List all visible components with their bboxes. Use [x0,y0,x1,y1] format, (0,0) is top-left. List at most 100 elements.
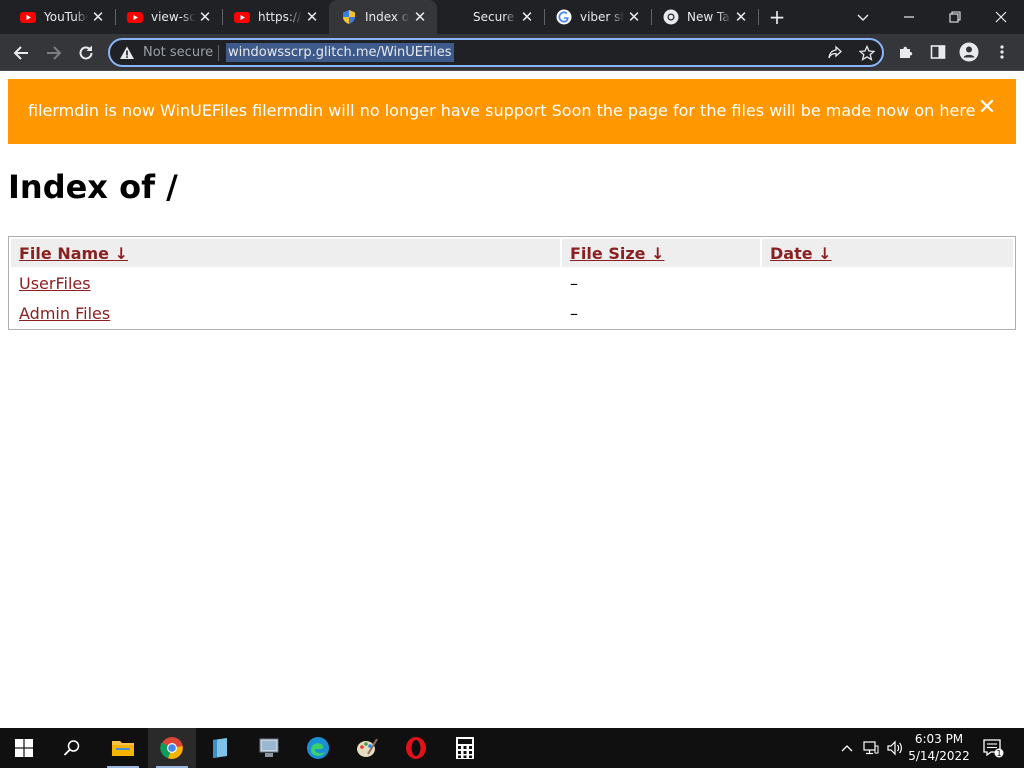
tab-secure[interactable]: Secure ✕ [437,0,544,34]
windows-taskbar: 6:03 PM 5/14/2022 1 [0,728,1024,768]
taskbar-edge[interactable] [294,728,342,768]
column-header-file-size[interactable]: File Size ↓ [562,239,760,267]
close-icon[interactable]: ✕ [196,8,214,26]
column-header-file-name[interactable]: File Name ↓ [11,239,560,267]
network-tray[interactable] [860,728,882,768]
blank-favicon [449,9,465,25]
sort-arrow-icon: ↓ [114,243,129,263]
taskbar-calculator[interactable] [441,728,489,768]
kebab-menu-icon[interactable] [992,42,1012,62]
folder-link-admin-files[interactable]: Admin Files [19,304,110,323]
url-text[interactable]: windowsscrp.glitch.me/WinUEFiles [226,43,454,62]
taskbar-notepad[interactable] [196,728,244,768]
bookmark-star-icon[interactable] [858,44,876,62]
side-panel-icon[interactable] [928,42,948,62]
google-icon [556,9,572,25]
chrome-icon [160,737,183,759]
new-tab-button[interactable]: + [766,6,788,28]
date-cell [762,299,1013,327]
taskbar-chrome[interactable] [148,728,196,768]
chevron-up-icon [841,745,853,752]
extensions-puzzle-icon[interactable] [896,42,916,62]
notepad-icon [213,738,227,758]
close-icon[interactable]: ✕ [732,8,750,26]
paint-palette-icon [357,738,378,757]
tab-search-button[interactable] [840,0,886,34]
forward-button[interactable] [42,41,66,65]
banner-close-icon[interactable]: ✕ [976,97,998,119]
table-row: UserFiles – [11,269,1013,297]
volume-tray[interactable] [884,728,906,768]
taskbar-opera[interactable] [392,728,440,768]
column-label: File Size [570,243,646,263]
notification-count-badge: 1 [996,749,1002,758]
table-row: Admin Files – [11,299,1013,327]
tab-title: viber sti [580,10,624,24]
search-button[interactable] [48,728,96,768]
minimize-button[interactable] [886,0,932,34]
folder-link-userfiles[interactable]: UserFiles [19,274,91,293]
tab-youtube[interactable]: YouTube ✕ [8,0,115,34]
taskbar-file-explorer[interactable] [99,728,147,768]
speaker-icon [887,740,902,756]
divider [218,45,219,61]
sort-arrow-icon: ↓ [651,243,665,263]
tab-new-tab[interactable]: New Tab ✕ [651,0,758,34]
file-name-cell: UserFiles [11,269,560,297]
back-button[interactable] [9,41,33,65]
taskbar-paint[interactable] [343,728,391,768]
edge-icon [307,737,329,759]
restore-icon [949,11,961,23]
warning-icon[interactable] [119,45,135,61]
show-hidden-icons-button[interactable] [838,728,856,768]
arrow-left-icon [13,46,28,60]
reload-button[interactable] [74,41,98,65]
chevron-down-icon [857,14,869,21]
sort-file-name-link[interactable]: File Name ↓ [19,244,128,263]
restore-button[interactable] [932,0,978,34]
close-icon[interactable]: ✕ [518,8,536,26]
tab-index-of[interactable]: Index of ✕ [329,0,437,34]
clock-time: 6:03 PM [914,732,964,746]
page-viewport: filermdin is now WinUEFiles filermdin wi… [0,72,1024,728]
share-icon[interactable] [826,44,844,62]
taskbar-clock[interactable]: 6:03 PM 5/14/2022 [906,731,972,765]
column-label: Date [770,243,813,263]
close-icon[interactable]: ✕ [89,8,107,26]
file-listing-table: File Name ↓ File Size ↓ Date ↓ UserFiles… [8,236,1016,330]
column-header-date[interactable]: Date ↓ [762,239,1013,267]
tab-title: Index of [365,10,409,24]
calculator-icon [456,737,474,759]
start-button[interactable] [0,728,48,768]
notice-banner: filermdin is now WinUEFiles filermdin wi… [8,79,1016,144]
close-icon[interactable]: ✕ [303,8,321,26]
action-center-button[interactable]: 1 [980,728,1006,768]
opera-icon [406,737,426,759]
file-size-cell: – [570,303,578,323]
tab-title: YouTube [44,10,88,24]
tab-view-source[interactable]: view-source ✕ [115,0,222,34]
arrow-right-icon [47,46,62,60]
close-icon [995,11,1007,23]
close-icon[interactable]: ✕ [411,8,429,26]
reload-icon [79,45,93,60]
window-close-button[interactable] [978,0,1024,34]
browser-toolbar: Not secure windowsscrp.glitch.me/WinUEFi… [0,34,1024,71]
sort-date-link[interactable]: Date ↓ [770,244,832,263]
file-size-cell: – [570,273,578,293]
address-bar[interactable]: Not secure windowsscrp.glitch.me/WinUEFi… [108,38,884,67]
column-label: File Name [19,243,110,263]
banner-message: filermdin is now WinUEFiles filermdin wi… [28,101,976,120]
tab-title: https://www [258,10,302,24]
tab-separator [758,9,759,25]
tab-viber[interactable]: viber sti ✕ [544,0,651,34]
sort-file-size-link[interactable]: File Size ↓ [570,244,664,263]
network-icon [863,741,879,755]
taskbar-app[interactable] [245,728,293,768]
close-icon[interactable]: ✕ [625,8,643,26]
tab-https[interactable]: https://www ✕ [222,0,329,34]
table-header-row: File Name ↓ File Size ↓ Date ↓ [11,239,1013,267]
security-status-label[interactable]: Not secure [143,45,213,60]
profile-avatar-icon[interactable] [959,42,979,62]
tab-title: New Tab [687,10,731,24]
